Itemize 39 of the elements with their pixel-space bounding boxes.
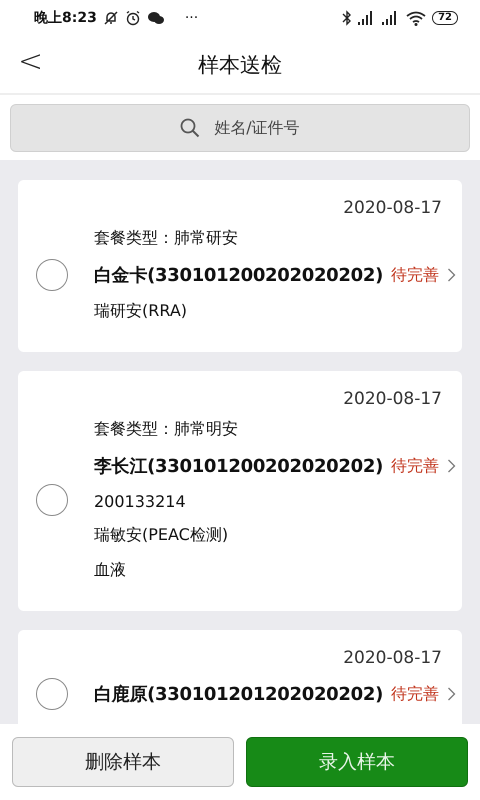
status-label: 待完善	[391, 264, 439, 286]
radio-button[interactable]	[36, 678, 68, 710]
status-label: 待完善	[391, 456, 439, 476]
radio-button[interactable]	[36, 484, 68, 516]
patient-name: 李长江(330101200202020202)	[94, 455, 383, 478]
package-type: 套餐类型：肺常明安	[94, 419, 239, 440]
wifi-icon	[406, 10, 426, 26]
sample-card[interactable]: 2020-08-17 套餐类型：肺常研安 白金卡(330101200202020202) 待完善 瑞研安(RRA)	[18, 180, 462, 352]
add-sample-button[interactable]: 录入样本	[246, 737, 468, 787]
bluetooth-icon	[342, 10, 352, 26]
sample-detail: 血液	[94, 560, 127, 581]
sample-date: 2020-08-17	[343, 648, 442, 668]
chevron-right-icon[interactable]	[447, 686, 456, 702]
chat-icon	[146, 10, 165, 26]
search-field[interactable]: 姓名/证件号	[10, 104, 470, 152]
status-label: 待完善	[391, 684, 439, 704]
status-time: 晚上8:23	[34, 9, 97, 27]
sample-detail: 瑞敏安(PEAC检测)	[94, 525, 230, 546]
chevron-right-icon[interactable]	[447, 267, 456, 283]
chevron-right-icon[interactable]	[447, 458, 456, 474]
more-indicator: ···	[184, 10, 198, 26]
alarm-icon	[124, 10, 141, 26]
patient-name: 白鹿原(330101201202020202)	[94, 683, 383, 706]
battery-indicator: 72	[432, 11, 458, 25]
sample-card[interactable]: 2020-08-17 白鹿原(330101201202020202) 待完善	[18, 630, 462, 724]
page-title: 样本送检	[198, 52, 282, 78]
radio-button[interactable]	[36, 259, 68, 291]
package-type: 套餐类型：肺常研安	[94, 228, 239, 249]
sample-date: 2020-08-17	[343, 198, 442, 218]
sample-date: 2020-08-17	[343, 389, 442, 409]
patient-name: 白金卡(330101200202020202)	[94, 264, 383, 287]
sample-detail: 瑞研安(RRA)	[94, 301, 188, 322]
back-button[interactable]: <	[18, 44, 44, 79]
sample-card[interactable]: 2020-08-17 套餐类型：肺常明安 李长江(330101200202020202) 待完善 200133214 瑞敏安(PEAC检测) 血液	[18, 371, 462, 611]
mute-bell-icon	[102, 10, 119, 26]
search-placeholder: 姓名/证件号	[214, 118, 300, 138]
delete-sample-button[interactable]: 删除样本	[12, 737, 234, 787]
search-icon	[180, 118, 200, 138]
sample-detail: 200133214	[94, 492, 187, 511]
